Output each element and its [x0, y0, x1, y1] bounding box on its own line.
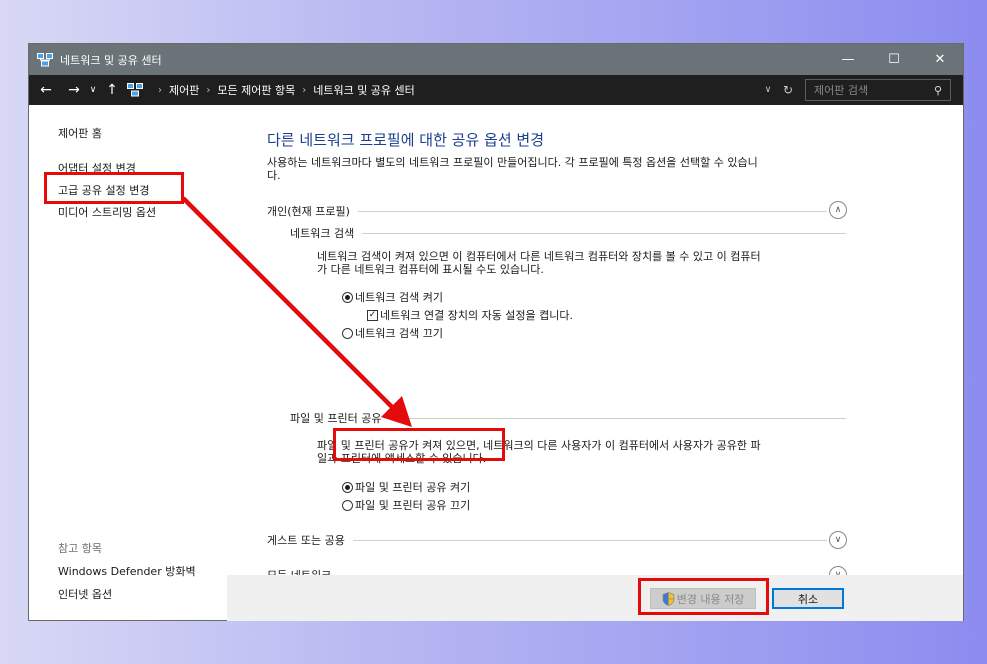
guest-profile-header[interactable]: 게스트 또는 공용	[267, 532, 827, 548]
page-description: 사용하는 네트워크마다 별도의 네트워크 프로필이 만들어집니다. 각 프로필에…	[267, 156, 867, 182]
search-input[interactable]: 제어판 검색 ⚲	[805, 79, 951, 101]
network-center-icon	[37, 52, 53, 66]
network-discovery-header: 네트워크 검색	[290, 225, 846, 241]
address-dropdown-button[interactable]: ∨	[759, 85, 777, 95]
network-discovery-description: 네트워크 검색이 켜져 있으면 이 컴퓨터에서 다른 네트워크 컴퓨터와 장치를…	[317, 250, 877, 276]
recent-locations-button[interactable]: ∨	[85, 85, 101, 95]
breadcrumb-separator: ›	[158, 84, 162, 96]
address-bar: ← → ∨ ↑ › 제어판 › 모든 제어판 항목 › 네트워크 및 공유 센터…	[29, 75, 963, 105]
file-sharing-off-option[interactable]: 파일 및 프린터 공유 끄기	[342, 497, 470, 513]
private-profile-label: 개인(현재 프로필)	[267, 205, 350, 218]
network-discovery-title: 네트워크 검색	[290, 227, 355, 240]
network-discovery-off-option[interactable]: 네트워크 검색 끄기	[342, 325, 443, 341]
private-profile-header[interactable]: 개인(현재 프로필)	[267, 203, 827, 219]
file-sharing-off-label: 파일 및 프린터 공유 끄기	[355, 499, 471, 512]
file-sharing-on-option[interactable]: 파일 및 프린터 공유 켜기	[342, 479, 470, 495]
sidebar-item-internet-options[interactable]: 인터넷 옵션	[58, 586, 112, 602]
search-placeholder: 제어판 검색	[814, 84, 869, 97]
address-actions: ∨ ↻ 제어판 검색 ⚲	[759, 79, 963, 101]
page-title: 다른 네트워크 프로필에 대한 공유 옵션 변경	[267, 131, 545, 149]
up-button[interactable]: ↑	[101, 82, 123, 98]
window-controls: — ☐ ✕	[825, 44, 963, 75]
auto-setup-option[interactable]: ✓ 네트워크 연결 장치의 자동 설정을 켭니다.	[367, 307, 573, 323]
network-discovery-description-line: 네트워크 검색이 켜져 있으면 이 컴퓨터에서 다른 네트워크 컴퓨터와 장치를…	[317, 250, 761, 263]
title-bar: 네트워크 및 공유 센터 — ☐ ✕	[29, 44, 963, 75]
network-discovery-on-radio[interactable]	[342, 291, 353, 303]
breadcrumb-all-items[interactable]: 모든 제어판 항목	[217, 82, 295, 98]
breadcrumb-control-panel[interactable]: 제어판	[169, 82, 199, 98]
breadcrumb-separator: ›	[302, 84, 307, 96]
section-divider	[362, 232, 846, 234]
radio-selected-dot	[345, 294, 350, 300]
network-discovery-off-label: 네트워크 검색 끄기	[355, 327, 443, 340]
cancel-button[interactable]: 취소	[772, 588, 844, 609]
search-icon[interactable]: ⚲	[934, 84, 942, 97]
footer-bar: 변경 내용 저장 취소	[227, 575, 963, 621]
back-button[interactable]: ←	[35, 82, 57, 98]
see-also-heading: 참고 항목	[58, 542, 102, 555]
file-sharing-title: 파일 및 프린터 공유	[290, 412, 382, 425]
section-divider	[357, 210, 827, 212]
file-sharing-header: 파일 및 프린터 공유	[290, 410, 846, 426]
forward-button[interactable]: →	[63, 82, 85, 98]
annotation-highlight-box	[638, 578, 769, 615]
annotation-highlight-box	[44, 172, 184, 204]
window-title: 네트워크 및 공유 센터	[60, 53, 162, 67]
annotation-highlight-box	[333, 428, 505, 461]
breadcrumb-separator: ›	[206, 84, 211, 96]
chevron-down-icon[interactable]: ∨	[829, 531, 847, 549]
close-button[interactable]: ✕	[917, 44, 963, 75]
sidebar-item-firewall[interactable]: Windows Defender 방화벽	[58, 563, 196, 579]
breadcrumb-network-center[interactable]: 네트워크 및 공유 센터	[313, 82, 415, 98]
section-divider	[389, 417, 846, 419]
sidebar-item-media-streaming[interactable]: 미디어 스트리밍 옵션	[58, 204, 156, 220]
page-description-line: 다.	[267, 169, 281, 182]
page-description-line: 사용하는 네트워크마다 별도의 네트워크 프로필이 만들어집니다. 각 프로필에…	[267, 156, 758, 169]
network-discovery-description-line: 가 다른 네트워크 컴퓨터에 표시될 수도 있습니다.	[317, 263, 544, 276]
sidebar-home-link[interactable]: 제어판 홈	[58, 125, 102, 141]
auto-setup-label: 네트워크 연결 장치의 자동 설정을 켭니다.	[380, 309, 574, 322]
section-divider	[352, 539, 827, 541]
network-discovery-on-label: 네트워크 검색 켜기	[355, 291, 443, 304]
file-sharing-on-label: 파일 및 프린터 공유 켜기	[355, 481, 471, 494]
file-sharing-off-radio[interactable]	[342, 499, 353, 511]
network-center-icon	[127, 83, 143, 97]
network-discovery-on-option[interactable]: 네트워크 검색 켜기	[342, 289, 443, 305]
breadcrumb: › 제어판 › 모든 제어판 항목 › 네트워크 및 공유 센터	[127, 82, 415, 98]
minimize-button[interactable]: —	[825, 44, 871, 75]
network-discovery-off-radio[interactable]	[342, 327, 353, 339]
chevron-up-icon[interactable]: ∧	[829, 201, 847, 219]
refresh-button[interactable]: ↻	[777, 83, 799, 97]
maximize-button[interactable]: ☐	[871, 44, 917, 75]
guest-profile-label: 게스트 또는 공용	[267, 534, 345, 547]
radio-selected-dot	[345, 484, 350, 490]
auto-setup-checkbox[interactable]: ✓	[367, 309, 378, 321]
file-sharing-on-radio[interactable]	[342, 481, 353, 493]
control-panel-window: 네트워크 및 공유 센터 — ☐ ✕ ← → ∨ ↑ › 제어판 › 모든 제어…	[28, 43, 964, 621]
